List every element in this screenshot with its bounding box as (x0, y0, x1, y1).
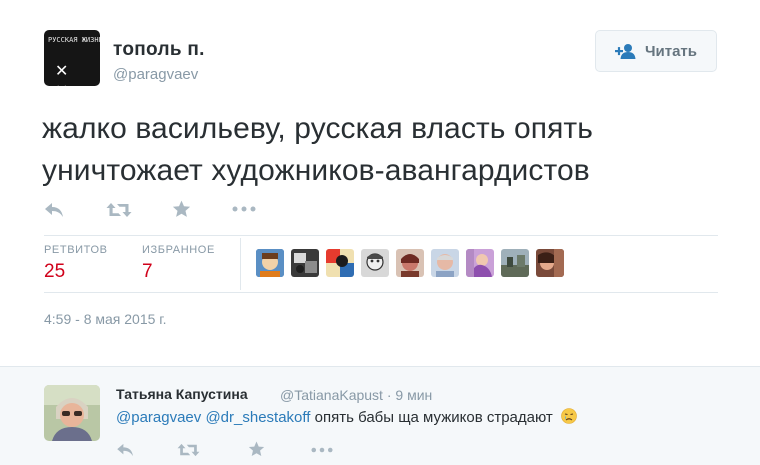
reply-body: опять бабы ща мужиков страдают (314, 409, 553, 426)
add-user-icon (614, 43, 637, 59)
favoriter-avatar[interactable] (396, 249, 424, 277)
reply-author-name[interactable]: Татьяна Капустина (116, 386, 248, 402)
reply-meta-separator: · (386, 387, 392, 403)
tweet-timestamp[interactable]: 4:59 - 8 мая 2015 г. (44, 311, 167, 327)
follow-button-label: Читать (644, 42, 698, 60)
more-button[interactable] (232, 206, 256, 212)
reply-retweet-button[interactable] (177, 443, 200, 457)
more-icon (232, 206, 256, 212)
stats-divider-top (44, 235, 718, 236)
retweets-label: РЕТВИТОВ (44, 244, 108, 256)
favorite-button[interactable] (172, 200, 191, 218)
favoriter-avatar[interactable] (466, 249, 494, 277)
avatar-marks: ✕ ✕ (55, 63, 75, 86)
stats-divider-bottom (44, 292, 718, 293)
retweet-button[interactable] (106, 202, 132, 218)
author-handle[interactable]: @paragvaev (113, 66, 198, 83)
reply-mention[interactable]: @paragvaev (116, 409, 201, 426)
more-icon (311, 447, 333, 453)
reply-icon (44, 202, 66, 218)
favoriter-avatar[interactable] (256, 249, 284, 277)
tweet-card: РУССКАЯ ЖИЗНЬ ✕ ✕ тополь п. @paragvaev Ч… (0, 0, 760, 366)
author-avatar[interactable]: РУССКАЯ ЖИЗНЬ ✕ ✕ (44, 30, 100, 86)
reply-favorite-button[interactable] (248, 441, 265, 457)
retweet-icon (177, 443, 200, 457)
tweet-text: жалко васильеву, русская власть опять ун… (42, 112, 593, 187)
reply-icon (116, 443, 136, 457)
favoriter-avatar[interactable] (501, 249, 529, 277)
reply-button[interactable] (44, 202, 66, 218)
reply-meta: @TatianaKapust · 9 мин (280, 387, 432, 403)
retweet-icon (106, 202, 132, 218)
reply-author-handle[interactable]: @TatianaKapust (280, 387, 383, 403)
reply-reply-button[interactable] (116, 443, 136, 457)
crying-face-emoji-icon (561, 408, 577, 428)
reply-mention[interactable]: @dr_shestakoff (205, 409, 310, 426)
favoriter-avatar[interactable] (536, 249, 564, 277)
favoriter-avatar[interactable] (291, 249, 319, 277)
favorites-count[interactable]: 7 (142, 261, 153, 283)
reply-author-avatar[interactable] (44, 385, 100, 441)
reply-text: @paragvaev @dr_shestakoff опять бабы ща … (116, 408, 577, 428)
star-icon (172, 200, 191, 218)
star-icon (248, 441, 265, 457)
follow-button[interactable]: Читать (595, 30, 717, 72)
retweets-count[interactable]: 25 (44, 261, 65, 283)
favoriter-avatar[interactable] (431, 249, 459, 277)
author-name[interactable]: тополь п. (113, 39, 205, 61)
reply-more-button[interactable] (311, 447, 333, 453)
reply-time[interactable]: 9 мин (395, 387, 432, 403)
stats-separator (240, 238, 241, 290)
avatar-brand-text: РУССКАЯ ЖИЗНЬ (48, 36, 100, 44)
favoriter-avatar[interactable] (326, 249, 354, 277)
favorites-label: ИЗБРАННОЕ (142, 244, 215, 256)
favoriter-avatar[interactable] (361, 249, 389, 277)
